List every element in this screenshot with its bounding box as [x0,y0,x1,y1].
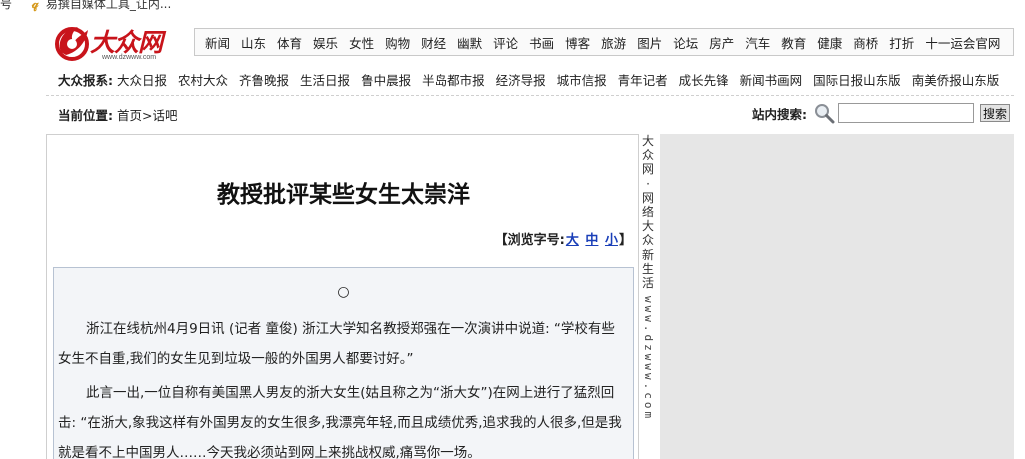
channel-nav-item[interactable]: 体育 [277,33,302,52]
divider [46,95,1014,96]
press-group-link[interactable]: 半岛都市报 [422,70,485,89]
article-paragraph: 浙江在线杭州4月9日讯 (记者 童俊) 浙江大学知名教授郑强在一次演讲中说道: … [58,321,615,367]
channel-nav-item[interactable]: 论坛 [673,33,698,52]
font-size-label: 【浏览字号: [494,233,565,248]
article-paragraph: 此言一出,一位自称有美国黑人男友的浙大女生(姑且称之为“浙大女”)在网上进行了猛… [58,385,622,459]
press-group-label: 大众报系: [58,72,113,88]
press-group-nav: 大众报系: 大众日报 农村大众 齐鲁晚报 生活日报 鲁中晨报 半岛都市报 经济导报 城市信报青… [58,70,1010,88]
bookmark-yizhuan[interactable]: 𝓆 易撰自媒体工具_让内... [32,0,171,10]
press-group-link[interactable]: 城市信报 [557,70,607,89]
channel-nav: 新闻 山东 体育 娱乐 女性 购物 财经 幽默 评论 书画 博客 旅游 图片 论坛 房产 汽车 教育 健康 商桥 打折… [194,28,1014,56]
channel-nav-item[interactable]: 书画 [529,33,554,52]
channel-nav-item[interactable]: 十一运会官网 [925,33,1000,52]
channel-nav-item[interactable]: 图片 [637,33,662,52]
press-group-link[interactable]: 新闻书画网 [740,70,803,89]
vertical-banner-slogan: 大众网·网络大众新生活 [641,134,654,291]
press-group-link[interactable]: 鲁中晨报 [361,70,411,89]
article-panel: 教授批评某些女生太崇洋 【浏览字号:大 中 小】 ○ 浙江在线杭州4月9日讯 (… [46,134,639,459]
site-search: 站内搜索: 搜索 [752,101,1011,125]
press-group-link[interactable]: 农村大众 [178,70,228,89]
channel-nav-item[interactable]: 幽默 [457,33,482,52]
search-label: 站内搜索: [752,106,807,122]
channel-nav-item[interactable]: 博客 [565,33,590,52]
channel-nav-item[interactable]: 山东 [241,33,266,52]
magnifier-icon [815,104,835,124]
channel-nav-item[interactable]: 打折 [889,33,914,52]
article-body: ○ 浙江在线杭州4月9日讯 (记者 童俊) 浙江大学知名教授郑强在一次演讲中说道… [53,267,634,459]
bookmark-icon: 𝓆 [32,0,39,11]
font-size-small-link[interactable]: 小 [605,233,618,248]
channel-nav-item[interactable]: 教育 [781,33,806,52]
search-input[interactable] [838,103,974,123]
font-size-medium-link[interactable]: 中 [585,233,598,248]
site-logo[interactable]: 大众网 www.dzwww.com [52,22,176,64]
press-group-link[interactable]: 大众日报 [117,70,167,89]
bookmark-fragment[interactable]: 号 [0,0,12,10]
channel-nav-item[interactable]: 女性 [349,33,374,52]
press-group-link[interactable]: 成长先锋 [679,70,729,89]
channel-nav-item[interactable]: 购物 [385,33,410,52]
vertical-banner-url: www.dzwww.com [642,296,656,422]
press-group-link[interactable]: 齐鲁晚报 [239,70,289,89]
breadcrumb: 当前位置: 首页>话吧 [58,105,178,124]
channel-nav-item[interactable]: 房产 [709,33,734,52]
breadcrumb-current-link[interactable]: 话吧 [152,108,177,123]
channel-nav-item[interactable]: 财经 [421,33,446,52]
press-group-link[interactable]: 南美侨报山东版 [912,70,1000,89]
breadcrumb-home-link[interactable]: 首页 [117,108,142,123]
press-group-link[interactable]: 生活日报 [300,70,350,89]
font-size-close: 】 [618,233,632,248]
circle-glyph: ○ [337,284,350,300]
channel-nav-item[interactable]: 商桥 [853,33,878,52]
breadcrumb-label: 当前位置: [58,108,113,123]
logo-url: www.dzwww.com [102,54,157,61]
bookmark-label: 易撰自媒体工具_让内... [45,0,172,11]
ad-placeholder [660,134,1014,459]
channel-nav-item[interactable]: 汽车 [745,33,770,52]
channel-nav-item[interactable]: 评论 [493,33,518,52]
article-title: 教授批评某些女生太崇洋 [217,182,470,208]
press-group-link[interactable]: 青年记者 [618,70,668,89]
press-group-link[interactable]: 国际日报山东版 [813,70,901,89]
channel-nav-item[interactable]: 新闻 [205,33,230,52]
press-group-link[interactable]: 经济导报 [496,70,546,89]
vertical-banner: 大众网·网络大众新生活 www.dzwww.com [641,134,657,421]
channel-nav-item[interactable]: 健康 [817,33,842,52]
logo-flame-icon [55,27,89,61]
font-size-switcher: 【浏览字号:大 中 小】 [495,229,632,248]
font-size-large-link[interactable]: 大 [566,233,579,248]
search-button[interactable]: 搜索 [980,104,1011,122]
channel-nav-item[interactable]: 娱乐 [313,33,338,52]
breadcrumb-separator: > [142,108,153,123]
channel-nav-item[interactable]: 旅游 [601,33,626,52]
bookmarks-bar: 号 𝓆 易撰自媒体工具_让内... [0,0,1025,14]
